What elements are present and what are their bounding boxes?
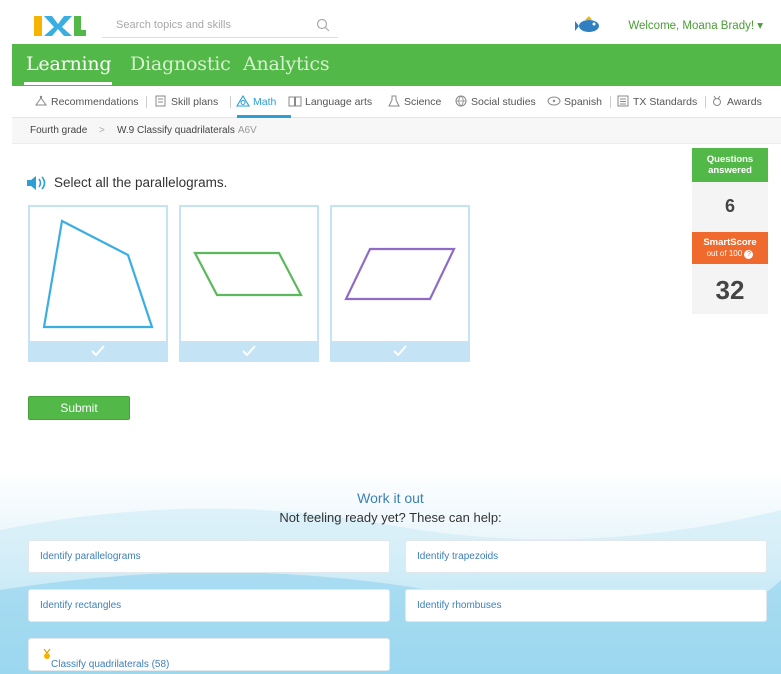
speaker-icon[interactable] [26,175,48,191]
help-link-identify-rectangles[interactable]: Identify rectangles [28,589,390,622]
user-avatar-icon[interactable] [575,15,601,35]
quadrilateral-shape [42,219,154,329]
submit-button[interactable]: Submit [28,396,130,420]
checkmark-icon [393,345,407,356]
work-it-out-subtitle: Not feeling ready yet? These can help: [279,510,502,525]
breadcrumb-grade[interactable]: Fourth grade [30,125,87,136]
nav-social-studies-label: Social studies [471,96,536,108]
spanish-icon [547,96,561,106]
nav-math-label: Math [253,96,277,108]
breadcrumb-skill-code: A6V [237,125,257,136]
search-box[interactable]: Search topics and skills [102,16,338,38]
help-link-label: Identify parallelograms [40,551,141,562]
nav-separator [705,96,706,108]
search-input[interactable]: Search topics and skills [116,19,231,31]
help-icon[interactable]: ? [744,250,754,259]
parallelogram-shape [344,247,456,301]
help-link-label: Identify trapezoids [417,551,499,562]
nav-separator [610,96,611,108]
smartscore-subtitle: out of 100 ? [692,248,768,259]
breadcrumb-separator: > [99,125,105,136]
checkmark-bar [181,341,317,360]
nav-skill-plans[interactable]: Skill plans [154,95,218,108]
nav-skill-plans-label: Skill plans [171,96,219,108]
nav-separator [146,96,147,108]
math-icon [236,95,250,107]
breadcrumb-skill: W.9 Classify quadrilaterals A6V [117,125,257,136]
answer-choice-3[interactable] [330,205,470,362]
checkmark-icon [242,345,256,356]
nav-science-label: Science [404,96,442,108]
search-icon[interactable] [316,18,330,32]
language-arts-icon [288,96,302,107]
checkmark-bar [30,341,166,360]
nav-tx-standards[interactable]: TX Standards [616,95,697,108]
skill-plans-icon [155,95,166,107]
nav-tx-standards-label: TX Standards [633,96,698,108]
standards-icon [617,95,629,107]
questions-answered-label-line2: answered [708,165,752,176]
tab-analytics[interactable]: Analytics [243,53,330,75]
smartscore-title: SmartScore [703,237,757,248]
subject-nav: Recommendations Skill plans Math Languag… [12,86,781,118]
help-link-classify-quadrilaterals[interactable]: Classify quadrilaterals (58) [28,638,390,671]
help-link-label: Identify rhombuses [417,600,502,611]
smartscore-label: SmartScore out of 100 ? [692,232,768,264]
ixl-logo[interactable] [34,14,86,38]
active-tab-underline [24,82,112,85]
top-header: Search topics and skills Welcome, Moana … [12,8,781,44]
nav-social-studies[interactable]: Social studies [454,95,536,108]
breadcrumb: Fourth grade > W.9 Classify quadrilatera… [12,118,781,144]
help-link-identify-rhombuses[interactable]: Identify rhombuses [405,589,767,622]
smartscore-scale: out of 100 [706,249,743,258]
nav-separator [230,96,231,108]
questions-answered-label: Questions answered [692,148,768,182]
medal-icon [43,649,51,659]
nav-science[interactable]: Science [387,95,441,108]
nav-awards[interactable]: Awards [710,95,762,108]
nav-recommendations-label: Recommendations [51,96,139,108]
nav-language-arts-label: Language arts [305,96,373,108]
nav-awards-label: Awards [727,96,762,108]
nav-spanish-label: Spanish [564,96,602,108]
answer-choice-2[interactable] [179,205,319,362]
social-studies-icon [455,95,467,107]
answer-choice-1[interactable] [28,205,168,362]
parallelogram-shape [193,251,303,297]
tab-learning[interactable]: Learning [26,53,112,75]
help-link-identify-parallelograms[interactable]: Identify parallelograms [28,540,390,573]
help-link-label: Classify quadrilaterals (58) [51,659,170,670]
checkmark-icon [91,345,105,356]
checkmark-bar [332,341,468,360]
help-link-label-wrap: Classify quadrilaterals (58) [40,649,169,670]
awards-icon [713,95,721,106]
work-it-out-title: Work it out [357,490,424,506]
welcome-user-menu[interactable]: Welcome, Moana Brady! ▾ [628,18,763,32]
tab-diagnostic[interactable]: Diagnostic [130,53,231,75]
help-link-label: Identify rectangles [40,600,122,611]
questions-answered-value: 6 [692,182,768,232]
question-prompt: Select all the parallelograms. [54,175,228,190]
nav-language-arts[interactable]: Language arts [288,95,372,108]
nav-math[interactable]: Math [236,95,276,108]
help-link-identify-trapezoids[interactable]: Identify trapezoids [405,540,767,573]
main-nav: Learning Diagnostic Analytics [12,44,781,86]
questions-answered-label-line1: Questions [706,154,754,165]
smartscore-value: 32 [692,264,768,314]
science-icon [388,95,400,107]
recommendations-icon [35,95,47,106]
nav-spanish[interactable]: Spanish [547,95,602,108]
breadcrumb-skill-name: W.9 Classify quadrilaterals [117,125,235,136]
nav-recommendations[interactable]: Recommendations [34,95,139,108]
